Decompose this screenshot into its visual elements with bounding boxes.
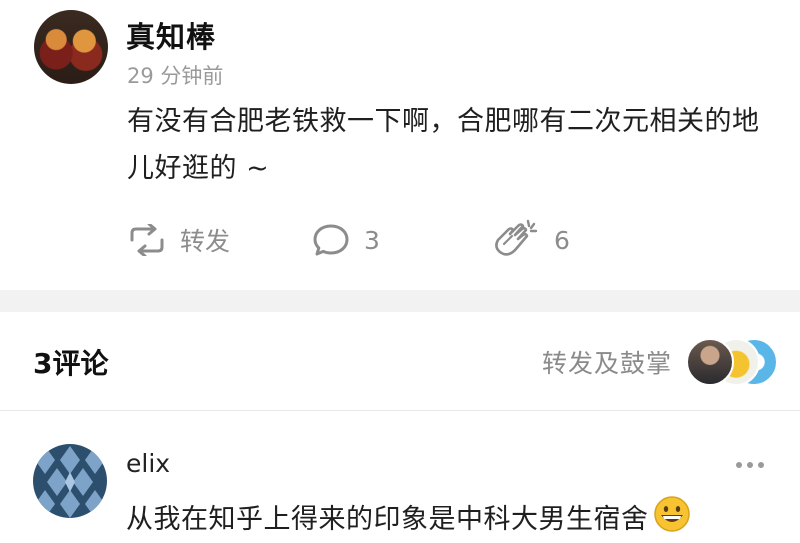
comment-author-avatar[interactable] [33, 444, 107, 518]
post-author-name[interactable]: 真知棒 [126, 14, 216, 56]
post-action-bar: 转发 3 6 [0, 215, 800, 265]
reactor-avatar-1[interactable] [686, 338, 734, 386]
repost-icon [130, 224, 164, 256]
comment-bubble-icon [313, 224, 349, 256]
comment-author-name[interactable]: elix [126, 449, 170, 478]
post-author-avatar[interactable] [34, 10, 108, 84]
post-timestamp: 29 分钟前 [127, 64, 224, 88]
comment-text-row: 从我在知乎上得来的印象是中科大男生宿舍 [126, 495, 691, 543]
section-separator [0, 290, 800, 312]
clap-button[interactable]: 6 [490, 215, 570, 265]
repost-button[interactable]: 转发 [128, 215, 230, 265]
comment-count: 3 [364, 225, 380, 255]
post-content: 有没有合肥老铁救一下啊，合肥哪有二次元相关的地儿好逛的 ~ [127, 106, 760, 184]
post-card: 真知棒 29 分钟前 有没有合肥老铁救一下啊，合肥哪有二次元相关的地儿好逛的 ~… [0, 0, 800, 290]
comment-item: elix 从我在知乎上得来的印象是中科大男生宿舍 [0, 411, 800, 539]
comments-header: 3评论 转发及鼓掌 [0, 312, 800, 410]
comments-count-tab[interactable]: 3评论 [33, 342, 108, 382]
comment-button[interactable]: 3 [312, 215, 380, 265]
reposts-and-claps-link[interactable]: 转发及鼓掌 [542, 344, 672, 380]
clap-hands-icon [495, 219, 538, 256]
clap-count: 6 [554, 225, 570, 255]
grinning-emoji-icon [653, 495, 691, 540]
ellipsis-icon [736, 462, 764, 468]
more-options-button[interactable] [734, 455, 766, 474]
argyle-avatar-icon [33, 444, 107, 518]
comment-text: 从我在知乎上得来的印象是中科大男生宿舍 [126, 504, 649, 535]
repost-label: 转发 [180, 227, 231, 256]
